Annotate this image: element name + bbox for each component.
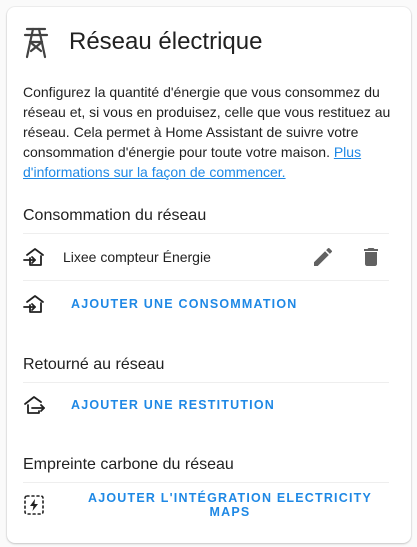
add-carbon-row: AJOUTER L'INTÉGRATION ELECTRICITY MAPS bbox=[23, 483, 389, 527]
consumption-label: Lixee compteur Énergie bbox=[63, 249, 211, 265]
home-export-icon bbox=[24, 396, 45, 414]
page-title: Réseau électrique bbox=[69, 28, 263, 55]
description: Configurez la quantité d'énergie que vou… bbox=[23, 82, 401, 182]
divider bbox=[23, 280, 389, 281]
delete-icon[interactable] bbox=[359, 245, 383, 269]
add-electricity-maps-button[interactable]: AJOUTER L'INTÉGRATION ELECTRICITY MAPS bbox=[71, 491, 389, 519]
section-title-returned: Retourné au réseau bbox=[23, 356, 165, 373]
add-return-button[interactable]: AJOUTER UNE RESTITUTION bbox=[71, 398, 275, 412]
home-import-icon bbox=[23, 295, 44, 313]
add-return-row: AJOUTER UNE RESTITUTION bbox=[23, 383, 389, 427]
divider bbox=[23, 233, 389, 234]
transmission-tower-icon bbox=[23, 27, 49, 59]
add-consumption-button[interactable]: AJOUTER UNE CONSOMMATION bbox=[71, 297, 298, 311]
card-header: Réseau électrique bbox=[23, 25, 262, 59]
add-consumption-row: AJOUTER UNE CONSOMMATION bbox=[23, 282, 389, 326]
section-title-consumption: Consommation du réseau bbox=[23, 207, 207, 224]
consumption-row: Lixee compteur Énergie bbox=[23, 235, 389, 279]
pencil-icon[interactable] bbox=[311, 245, 335, 269]
grid-settings-card: Réseau électrique Configurez la quantité… bbox=[7, 7, 411, 543]
lightning-bolt-dashed-icon bbox=[24, 495, 44, 515]
section-title-carbon: Empreinte carbone du réseau bbox=[23, 456, 234, 473]
home-import-icon bbox=[23, 248, 44, 266]
